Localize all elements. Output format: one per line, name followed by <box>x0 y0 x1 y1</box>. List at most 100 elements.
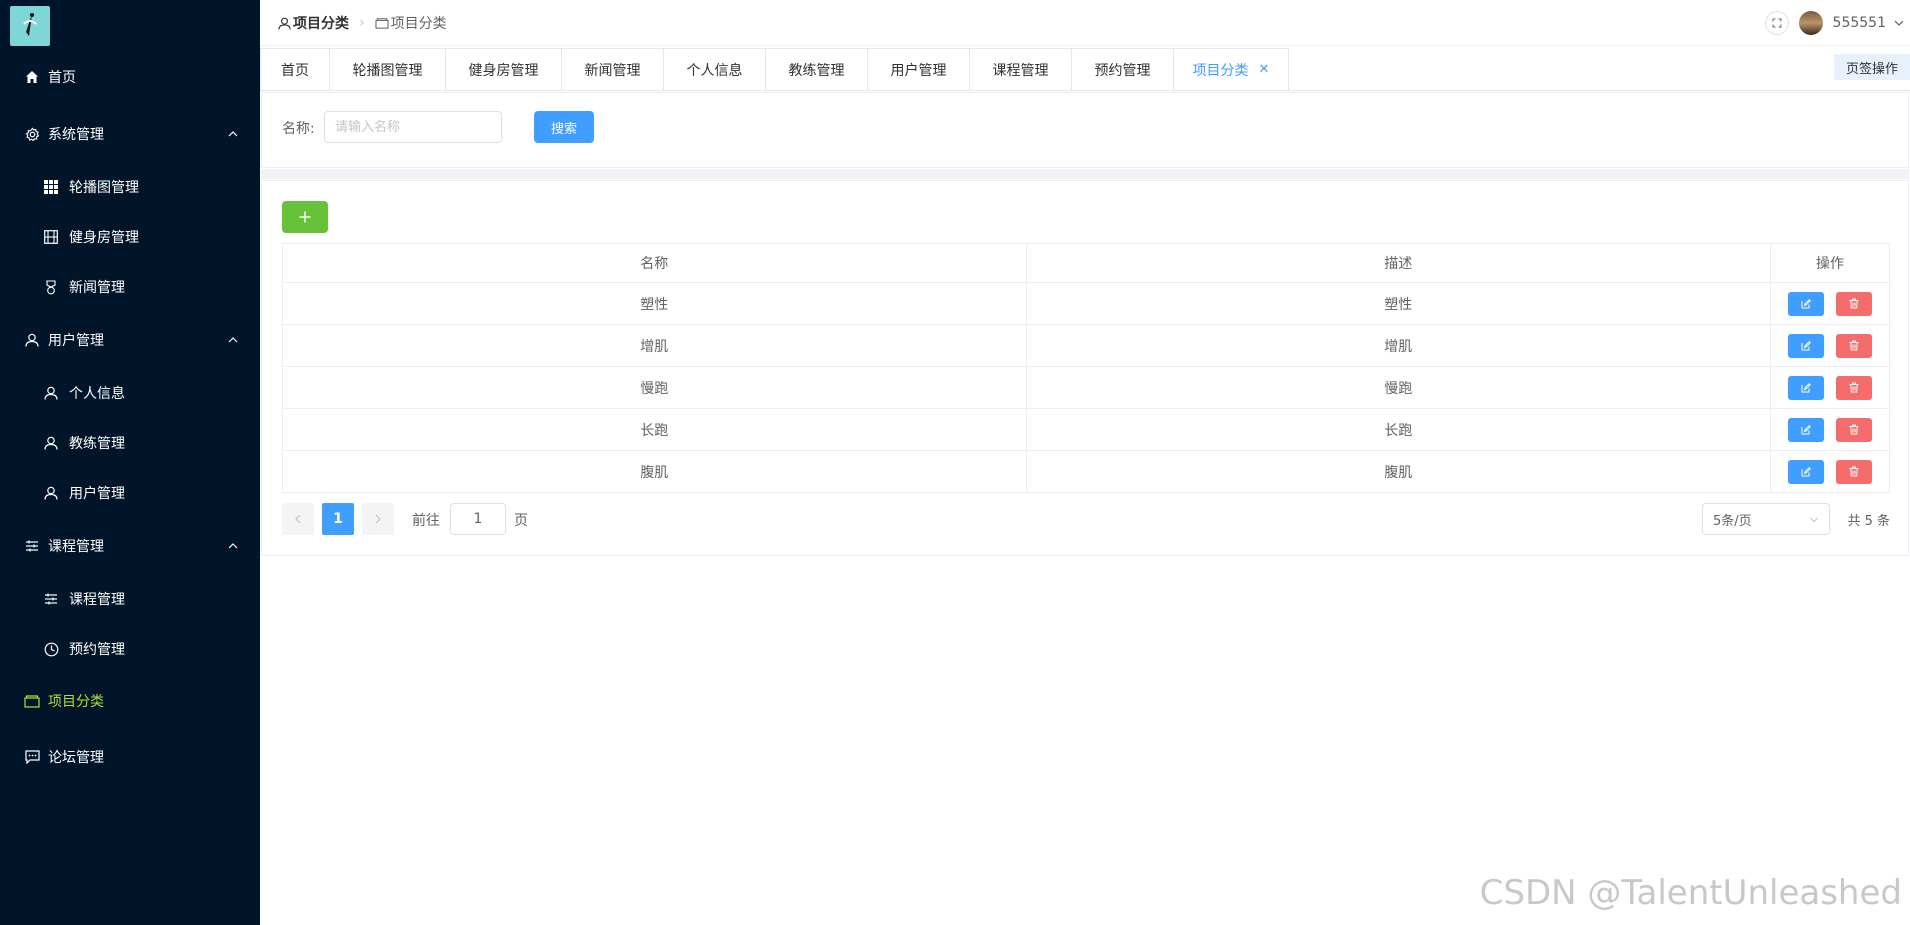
sidebar-item-coach[interactable]: 教练管理 <box>0 418 260 468</box>
page-number-button[interactable]: 1 <box>322 503 354 535</box>
sidebar-item-course-group[interactable]: 课程管理 <box>0 521 260 571</box>
sidebar: 首页 系统管理 轮播图管理 健身房管理 新闻管理 用户管理 个人信息 教练管理 … <box>0 0 260 925</box>
tab-label: 轮播图管理 <box>352 62 423 79</box>
prev-page-button[interactable] <box>282 503 314 535</box>
tab-booking[interactable]: 预约管理 <box>1071 48 1174 90</box>
sidebar-item-label: 轮播图管理 <box>69 180 139 196</box>
breadcrumb: 项目分类 › 项目分类 <box>278 13 447 33</box>
gear-icon <box>24 126 40 142</box>
user-icon <box>278 17 291 30</box>
search-panel: 名称: 搜索 <box>261 92 1909 168</box>
delete-button[interactable] <box>1836 417 1872 442</box>
chat-icon <box>24 749 40 765</box>
delete-button[interactable] <box>1836 375 1872 400</box>
sidebar-item-carousel[interactable]: 轮播图管理 <box>0 162 260 212</box>
sidebar-item-user-group[interactable]: 用户管理 <box>0 315 260 365</box>
delete-button[interactable] <box>1836 333 1872 358</box>
chevron-down-icon[interactable] <box>1892 16 1906 30</box>
watermark: CSDN @TalentUnleashed <box>1479 873 1902 913</box>
table-row: 增肌 增肌 <box>282 324 1890 367</box>
home-icon <box>24 69 40 85</box>
edit-icon <box>1801 466 1811 476</box>
app-logo[interactable] <box>10 6 50 46</box>
next-page-button[interactable] <box>362 503 394 535</box>
cell-name: 腹肌 <box>282 450 1027 493</box>
delete-button[interactable] <box>1836 459 1872 484</box>
chevron-left-icon <box>295 514 301 524</box>
sidebar-item-label: 用户管理 <box>69 486 125 502</box>
breadcrumb-separator-icon: › <box>359 15 365 31</box>
cell-actions <box>1770 408 1890 451</box>
edit-icon <box>1801 340 1811 350</box>
username[interactable]: 555551 <box>1833 15 1886 31</box>
edit-button[interactable] <box>1788 459 1824 484</box>
page-unit-label: 页 <box>514 513 528 529</box>
sidebar-item-home[interactable]: 首页 <box>0 52 260 102</box>
sidebar-item-label: 教练管理 <box>69 436 125 452</box>
goto-page-input[interactable] <box>450 503 506 535</box>
search-button[interactable]: 搜索 <box>534 111 594 143</box>
cell-actions <box>1770 324 1890 367</box>
tab-profile[interactable]: 个人信息 <box>663 48 766 90</box>
total-count: 共 5 条 <box>1847 514 1890 529</box>
sliders-icon <box>43 591 59 607</box>
column-header-name: 名称 <box>282 243 1027 283</box>
sidebar-item-label: 课程管理 <box>48 539 104 555</box>
sidebar-item-label: 系统管理 <box>48 127 104 143</box>
grid-icon <box>43 179 59 195</box>
header-right: 555551 <box>1764 10 1910 36</box>
sidebar-item-users[interactable]: 用户管理 <box>0 468 260 518</box>
film-icon <box>43 229 59 245</box>
add-button[interactable] <box>282 201 328 233</box>
sidebar-item-forum[interactable]: 论坛管理 <box>0 732 260 782</box>
tab-label: 教练管理 <box>788 62 845 79</box>
cell-desc: 长跑 <box>1025 408 1771 451</box>
cell-desc: 塑性 <box>1025 282 1771 325</box>
sliders-icon <box>24 538 40 554</box>
delete-button[interactable] <box>1836 291 1872 316</box>
tab-label: 用户管理 <box>890 62 947 79</box>
cell-actions <box>1770 366 1890 409</box>
logo-icon <box>23 13 37 36</box>
sidebar-item-project-category[interactable]: 项目分类 <box>0 676 260 726</box>
tab-courses[interactable]: 课程管理 <box>969 48 1072 90</box>
sidebar-item-profile[interactable]: 个人信息 <box>0 368 260 418</box>
edit-button[interactable] <box>1788 333 1824 358</box>
edit-button[interactable] <box>1788 375 1824 400</box>
tab-bar: 首页 轮播图管理 健身房管理 新闻管理 个人信息 教练管理 用户管理 课程管理 … <box>260 46 1910 91</box>
sidebar-item-system[interactable]: 系统管理 <box>0 109 260 159</box>
sidebar-item-courses[interactable]: 课程管理 <box>0 574 260 624</box>
fullscreen-button[interactable] <box>1764 11 1789 35</box>
tab-label: 个人信息 <box>686 62 743 79</box>
page-size-select[interactable]: 5条/页 <box>1702 503 1830 535</box>
trash-icon <box>1849 466 1859 477</box>
tab-home[interactable]: 首页 <box>260 48 330 90</box>
sidebar-item-news[interactable]: 新闻管理 <box>0 262 260 312</box>
user-icon <box>24 332 40 348</box>
tab-project-category[interactable]: 项目分类 ✕ <box>1173 48 1289 90</box>
tab-news[interactable]: 新闻管理 <box>561 48 664 90</box>
breadcrumb-item[interactable]: 项目分类 <box>278 13 349 33</box>
table-header-row: 名称 描述 操作 <box>282 243 1890 283</box>
tab-coach[interactable]: 教练管理 <box>765 48 868 90</box>
user-icon <box>43 435 59 451</box>
close-icon[interactable]: ✕ <box>1259 62 1270 77</box>
tab-label: 健身房管理 <box>468 62 539 79</box>
name-search-input[interactable] <box>324 111 502 143</box>
sidebar-item-gym[interactable]: 健身房管理 <box>0 212 260 262</box>
edit-button[interactable] <box>1788 291 1824 316</box>
chevron-up-icon <box>228 337 238 343</box>
sidebar-item-label: 项目分类 <box>48 694 104 710</box>
trash-icon <box>1849 424 1859 435</box>
sidebar-item-booking[interactable]: 预约管理 <box>0 624 260 674</box>
tab-ops-button[interactable]: 页签操作 <box>1834 54 1910 80</box>
avatar[interactable] <box>1798 11 1823 35</box>
edit-button[interactable] <box>1788 417 1824 442</box>
sidebar-item-label: 课程管理 <box>69 592 125 608</box>
tab-users[interactable]: 用户管理 <box>867 48 970 90</box>
tab-carousel[interactable]: 轮播图管理 <box>329 48 446 90</box>
tab-gym[interactable]: 健身房管理 <box>445 48 562 90</box>
clock-icon <box>43 641 59 657</box>
table-row: 长跑 长跑 <box>282 408 1890 451</box>
fullscreen-icon <box>1772 18 1782 28</box>
